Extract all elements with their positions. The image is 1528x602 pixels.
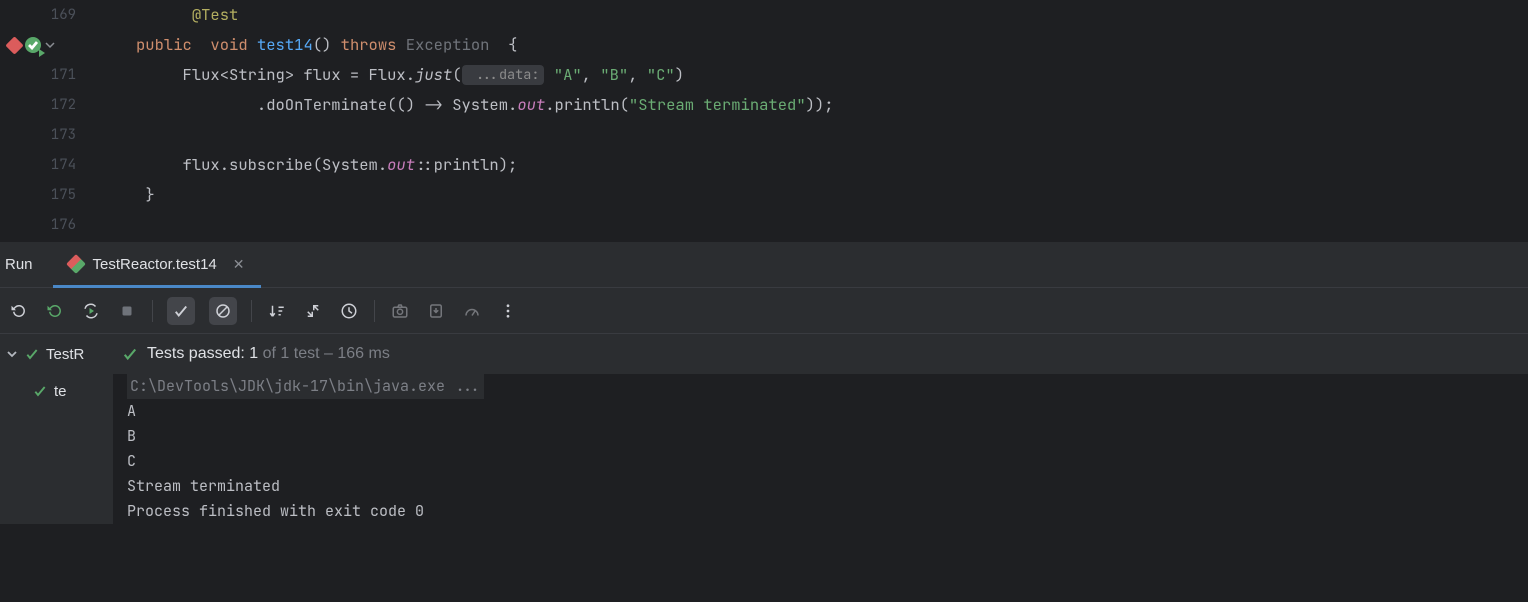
console-line: Stream terminated — [127, 474, 1528, 499]
test-config-icon — [66, 254, 86, 274]
gutter[interactable]: 174 — [0, 156, 106, 174]
code-line[interactable]: } — [106, 180, 155, 210]
run-panel-title[interactable]: Run — [0, 256, 53, 273]
test-tree-root[interactable]: TestR — [0, 334, 113, 374]
gutter[interactable]: 169 — [0, 6, 106, 24]
expand-all-icon[interactable] — [302, 300, 324, 322]
code-editor[interactable]: 169 @Test public void test14() throws Ex… — [0, 0, 1528, 241]
code-line[interactable]: Flux<String> flux = Flux.just( ...data: … — [106, 60, 684, 90]
console-command[interactable]: C:\DevTools\JDK\jdk-17\bin\java.exe ... — [127, 374, 484, 399]
line-number: 175 — [40, 186, 76, 204]
separator — [374, 300, 375, 322]
separator — [152, 300, 153, 322]
import-icon[interactable] — [425, 300, 447, 322]
test-tree-item[interactable]: te — [0, 374, 113, 408]
console-line: C — [127, 449, 1528, 474]
run-test-icon[interactable] — [25, 37, 41, 53]
rerun-failed-icon[interactable] — [44, 300, 66, 322]
breakpoint-icon[interactable] — [5, 36, 23, 54]
code-line[interactable] — [106, 120, 145, 150]
line-number: 172 — [40, 96, 76, 114]
gutter[interactable]: 173 — [0, 126, 106, 144]
code-line[interactable]: .doOnTerminate(() -> System.out.println(… — [106, 90, 834, 120]
code-line[interactable]: flux.subscribe(System.out::println); — [106, 150, 517, 180]
line-number: 176 — [40, 216, 76, 234]
run-tab-label: TestReactor.test14 — [93, 256, 217, 273]
profiler-icon[interactable] — [461, 300, 483, 322]
code-line[interactable] — [106, 210, 145, 240]
tests-status-row: TestR Tests passed: 1 of 1 test – 166 ms — [0, 334, 1528, 374]
show-passed-icon[interactable] — [167, 297, 195, 325]
gutter[interactable]: 175 — [0, 186, 106, 204]
gutter[interactable]: 171 — [0, 66, 106, 84]
tests-status: Tests passed: 1 of 1 test – 166 ms — [113, 345, 390, 363]
sort-icon[interactable] — [266, 300, 288, 322]
tree-item-label: te — [54, 383, 67, 400]
line-number: 174 — [40, 156, 76, 174]
tree-root-label: TestR — [46, 346, 84, 363]
close-icon[interactable]: ✕ — [233, 256, 245, 273]
rerun-icon[interactable] — [8, 300, 30, 322]
line-number: 173 — [40, 126, 76, 144]
check-icon — [24, 346, 40, 362]
run-tab[interactable]: TestReactor.test14 ✕ — [53, 243, 261, 288]
chevron-down-icon[interactable] — [6, 348, 18, 360]
screenshot-icon[interactable] — [389, 300, 411, 322]
toggle-auto-test-icon[interactable] — [80, 300, 102, 322]
run-tabbar: Run TestReactor.test14 ✕ — [0, 241, 1528, 287]
run-toolbar — [0, 287, 1528, 334]
separator — [251, 300, 252, 322]
check-icon — [32, 383, 48, 399]
console-line: B — [127, 424, 1528, 449]
inlay-hint: ...data: — [462, 65, 545, 85]
chevron-down-icon[interactable] — [45, 35, 55, 55]
history-icon[interactable] — [338, 300, 360, 322]
stop-icon[interactable] — [116, 300, 138, 322]
gutter[interactable]: 172 — [0, 96, 106, 114]
line-number: 171 — [40, 66, 76, 84]
show-ignored-icon[interactable] — [209, 297, 237, 325]
console-line: A — [127, 399, 1528, 424]
gutter[interactable]: 176 — [0, 216, 106, 234]
console-line: Process finished with exit code 0 — [127, 499, 1528, 524]
check-icon — [121, 345, 139, 363]
line-number: 169 — [40, 6, 76, 24]
more-icon[interactable] — [497, 300, 519, 322]
code-line[interactable]: public void test14() throws Exception { — [106, 30, 517, 60]
console[interactable]: C:\DevTools\JDK\jdk-17\bin\java.exe ... … — [113, 374, 1528, 524]
